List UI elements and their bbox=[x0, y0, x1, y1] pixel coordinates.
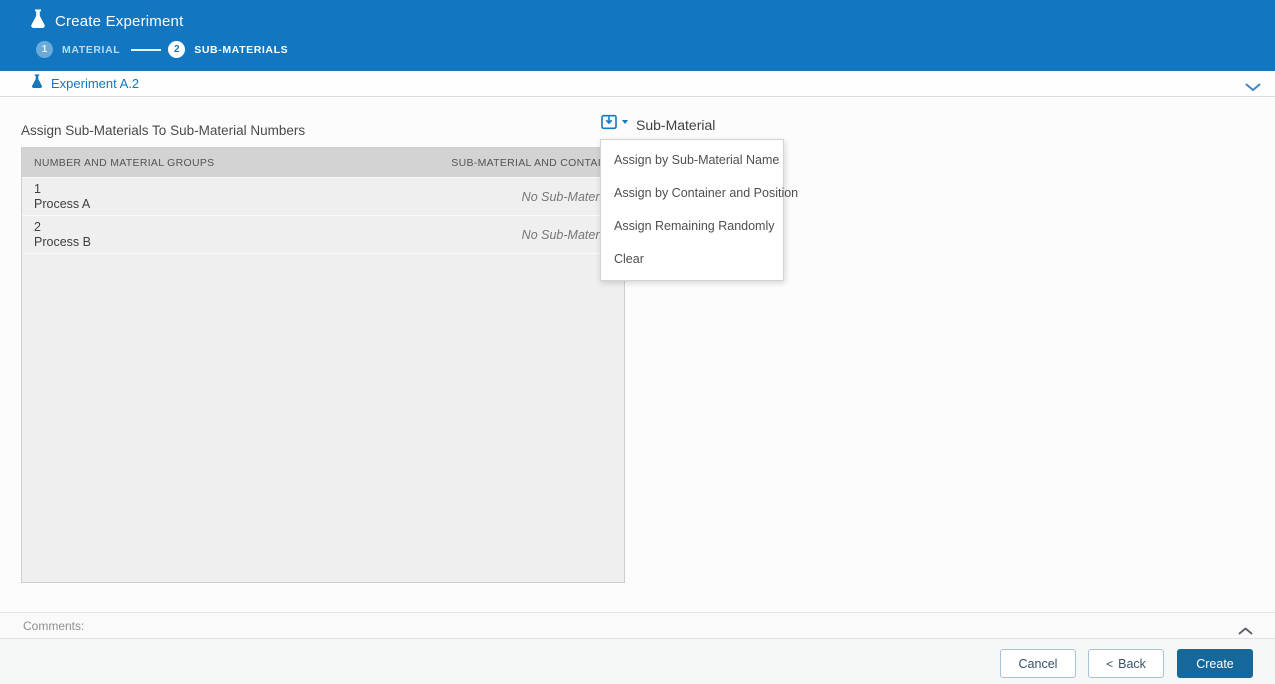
back-button[interactable]: < Back bbox=[1088, 649, 1164, 678]
row-material-group: Process B bbox=[34, 235, 466, 250]
experiment-name: Experiment A.2 bbox=[51, 76, 139, 91]
sub-material-table: NUMBER AND MATERIAL GROUPS SUB-MATERIAL … bbox=[21, 147, 625, 583]
experiment-accordion-bar[interactable]: Experiment A.2 bbox=[0, 71, 1275, 97]
column-header-sub-material-container: SUB-MATERIAL AND CONTAINER bbox=[451, 157, 624, 169]
assign-section-label: Assign Sub-Materials To Sub-Material Num… bbox=[21, 123, 305, 138]
assign-sub-material-dropdown-button[interactable] bbox=[601, 113, 628, 133]
menu-item-assign-remaining-randomly[interactable]: Assign Remaining Randomly bbox=[601, 210, 783, 243]
step-label: MATERIAL bbox=[62, 44, 120, 56]
assign-dropdown-menu: Assign by Sub-Material Name Assign by Co… bbox=[600, 139, 784, 281]
dialog-footer: Cancel < Back Create bbox=[0, 639, 1275, 684]
row-material-cell: 2 Process B bbox=[22, 216, 466, 253]
dialog-header: Create Experiment 1 MATERIAL 2 SUB-MATER… bbox=[0, 0, 1275, 71]
row-number: 1 bbox=[34, 182, 466, 197]
comments-label: Comments: bbox=[23, 619, 84, 633]
chevron-up-icon[interactable] bbox=[1238, 622, 1253, 640]
table-row[interactable]: 1 Process A No Sub-Material bbox=[22, 178, 624, 216]
flask-icon bbox=[30, 9, 46, 33]
step-material[interactable]: 1 MATERIAL bbox=[36, 41, 120, 58]
chevron-down-icon[interactable] bbox=[1245, 79, 1261, 97]
chevron-left-icon: < bbox=[1106, 657, 1113, 671]
row-number: 2 bbox=[34, 220, 466, 235]
step-sub-materials[interactable]: 2 SUB-MATERIALS bbox=[168, 41, 288, 58]
step-number-badge: 2 bbox=[168, 41, 185, 58]
assign-tool-label: Sub-Material bbox=[636, 117, 715, 133]
table-row[interactable]: 2 Process B No Sub-Material bbox=[22, 216, 624, 254]
step-number-badge: 1 bbox=[36, 41, 53, 58]
comments-section-bar[interactable]: Comments: bbox=[0, 612, 1275, 639]
back-button-label: Back bbox=[1118, 657, 1146, 671]
step-indicator: 1 MATERIAL 2 SUB-MATERIALS bbox=[36, 41, 288, 58]
menu-item-clear[interactable]: Clear bbox=[601, 243, 783, 276]
step-label: SUB-MATERIALS bbox=[194, 44, 288, 56]
import-icon bbox=[601, 113, 618, 133]
column-header-number-groups: NUMBER AND MATERIAL GROUPS bbox=[22, 157, 451, 169]
menu-item-assign-by-name[interactable]: Assign by Sub-Material Name bbox=[601, 144, 783, 177]
cancel-button[interactable]: Cancel bbox=[1000, 649, 1076, 678]
caret-down-icon bbox=[622, 120, 628, 124]
page-title: Create Experiment bbox=[55, 13, 183, 30]
dialog-title-row: Create Experiment bbox=[0, 0, 1275, 33]
step-connector bbox=[131, 49, 161, 51]
row-material-cell: 1 Process A bbox=[22, 178, 466, 215]
table-header-row: NUMBER AND MATERIAL GROUPS SUB-MATERIAL … bbox=[22, 148, 624, 178]
menu-item-assign-by-container-position[interactable]: Assign by Container and Position bbox=[601, 177, 783, 210]
create-button[interactable]: Create bbox=[1177, 649, 1253, 678]
row-material-group: Process A bbox=[34, 197, 466, 212]
flask-icon bbox=[31, 74, 43, 93]
create-experiment-dialog: Create Experiment 1 MATERIAL 2 SUB-MATER… bbox=[0, 0, 1275, 684]
